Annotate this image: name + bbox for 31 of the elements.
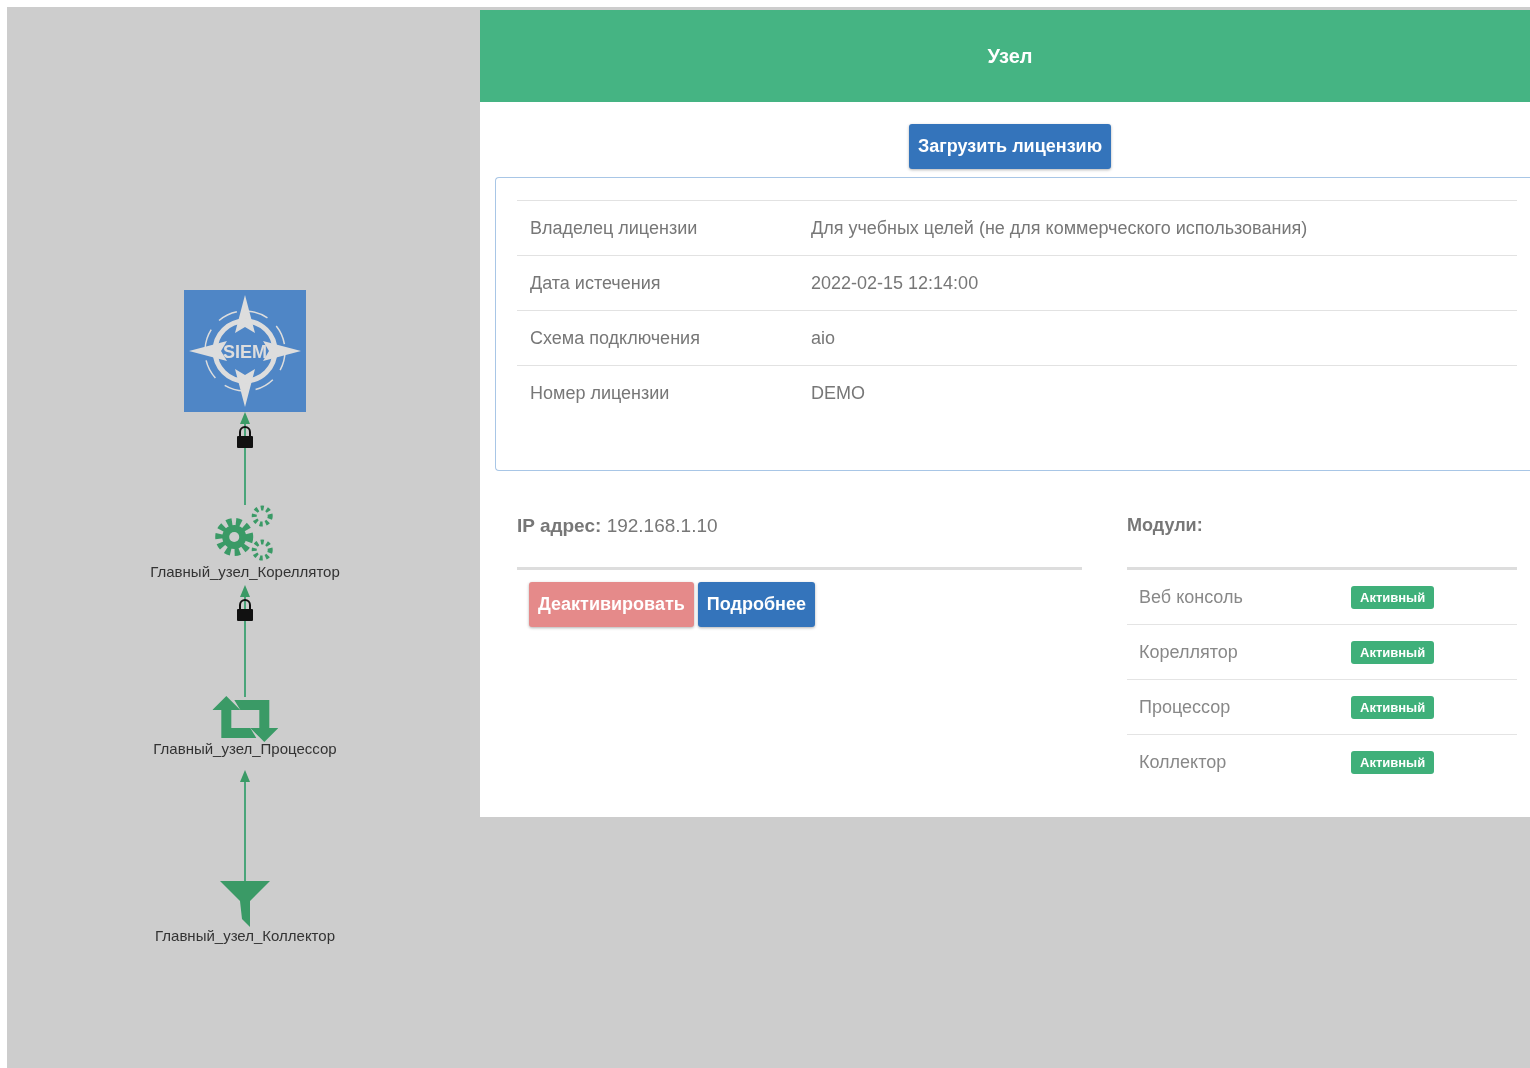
license-field-value: 2022-02-15 12:14:00 — [810, 272, 979, 294]
repeat-arrows-icon[interactable] — [212, 696, 278, 742]
status-badge: Активный — [1351, 750, 1435, 774]
panel-title: Узел — [987, 44, 1033, 68]
status-badge: Активный — [1351, 695, 1435, 719]
details-button[interactable]: Подробнее — [697, 582, 815, 627]
module-name: Веб консоль — [1138, 586, 1244, 608]
lock-icon — [237, 426, 253, 448]
license-field-label: Владелец лицензии — [529, 217, 699, 239]
module-name: Коллектор — [1138, 751, 1228, 773]
siem-logo[interactable]: SIEM — [184, 290, 306, 412]
lock-icon — [237, 599, 253, 621]
license-field-label: Номер лицензии — [529, 382, 671, 404]
modules-title: Модули: — [1127, 515, 1204, 537]
funnel-icon[interactable] — [220, 879, 270, 929]
node-label: Главный_узел_Коллектор — [155, 927, 335, 944]
deactivate-button[interactable]: Деактивировать — [529, 582, 694, 627]
license-field-label: Дата истечения — [529, 272, 662, 294]
ip-address: IP адрес: 192.168.1.10 — [517, 515, 719, 538]
status-badge: Активный — [1351, 640, 1435, 664]
upload-license-button[interactable]: Загрузить лицензию — [908, 124, 1111, 169]
node-label: Главный_узел_Процессор — [153, 740, 337, 757]
node-label: Главный_узел_Кореллятор — [150, 563, 340, 580]
module-name: Процессор — [1138, 696, 1232, 718]
logo-text: SIEM — [223, 342, 267, 362]
status-badge: Активный — [1351, 585, 1435, 609]
module-name: Кореллятор — [1138, 641, 1239, 663]
license-field-value: Для учебных целей (не для коммерческого использования) — [810, 217, 1308, 239]
license-field-label: Схема подключения — [529, 327, 701, 349]
license-field-value: DEMO — [810, 382, 865, 404]
license-field-value: aio — [810, 327, 836, 349]
